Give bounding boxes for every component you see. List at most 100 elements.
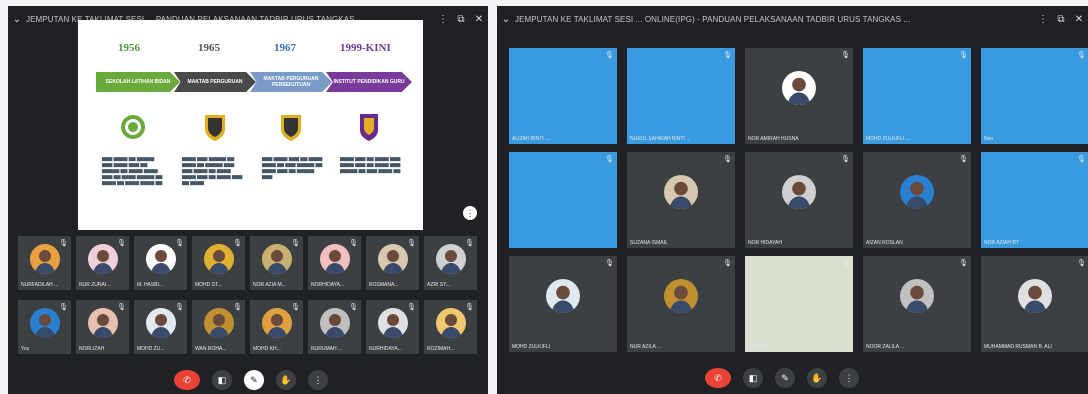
year-label: 1956: [118, 42, 140, 54]
participant-name: NORHIDAYA...: [311, 282, 345, 288]
participant-tile[interactable]: 🎙 MOHD KH...: [250, 300, 303, 354]
avatar: [664, 279, 698, 314]
mic-muted-icon: 🎙: [349, 304, 358, 311]
more-icon[interactable]: ⋮: [434, 14, 452, 25]
participant-tile[interactable]: 🎙 NURHIDAYA...: [366, 300, 419, 354]
avatar: [435, 243, 466, 274]
participant-name: NOOR ZALILA ...: [866, 344, 905, 350]
stage-arrow: INSTITUT PENDIDIKAN GURU: [326, 72, 412, 92]
participant-name: Neo: [984, 136, 994, 142]
slide-options-icon[interactable]: ⋮: [463, 206, 477, 220]
more-options-button[interactable]: ⋮: [308, 370, 328, 390]
avatar: [1018, 279, 1052, 314]
participant-tile[interactable]: 🎙 NOR AZIA M...: [250, 236, 303, 290]
year-label: 1965: [198, 42, 220, 54]
mic-muted-icon: 🎙: [291, 240, 300, 247]
participant-tile[interactable]: 🎙 NURUMAH ...: [308, 300, 361, 354]
mic-muted-icon: 🎙: [117, 304, 126, 311]
participant-name: ALIZAH BINTI ...: [512, 136, 550, 142]
participant-tile[interactable]: 🎙 MUHAMMAD RUSMAN B. ALI: [981, 256, 1088, 352]
call-controls: ✆ ◧ ✎ ✋ ⋮: [705, 368, 871, 388]
video-feed: [745, 256, 853, 352]
participant-name: ROSMANA...: [369, 282, 399, 288]
avatar: [203, 243, 234, 274]
mic-muted-icon: 🎙: [959, 156, 968, 163]
mic-button[interactable]: ✎: [244, 370, 264, 390]
participant-tile[interactable]: 🎙 ZAKARIA ...: [745, 256, 853, 352]
mic-muted-icon: 🎙: [1077, 156, 1086, 163]
participant-tile[interactable]: 🎙 NUR ZURAI...: [76, 236, 129, 290]
more-options-button[interactable]: ⋮: [839, 368, 859, 388]
participant-tile[interactable]: 🎙 ROZIMAH...: [424, 300, 477, 354]
camera-button[interactable]: ◧: [743, 368, 763, 388]
chevron-down-icon[interactable]: ⌄: [8, 14, 26, 25]
participant-tile[interactable]: 🎙 AZRI SY...: [424, 236, 477, 290]
crest-logo: [205, 115, 225, 141]
participant-tile[interactable]: 🎙 ALIZAH BINTI ...: [509, 48, 617, 144]
avatar: [664, 175, 698, 210]
participant-tile[interactable]: 🎙 NURFADILAH ...: [18, 236, 71, 290]
mic-muted-icon: 🎙: [959, 52, 968, 59]
participant-tile[interactable]: 🎙 SUZANA ISMAIL: [627, 152, 735, 248]
participant-tile[interactable]: 🎙 WAN ROHA...: [192, 300, 245, 354]
mic-muted-icon: 🎙: [465, 240, 474, 247]
participant-tile[interactable]: 🎙 You: [18, 300, 71, 354]
participant-name: NURHIDAYA...: [369, 346, 402, 352]
raise-hand-button[interactable]: ✋: [276, 370, 296, 390]
avatar: [782, 175, 816, 210]
avatar: [319, 243, 350, 274]
participant-tile[interactable]: 🎙 MOHD ST...: [192, 236, 245, 290]
stage-arrow: MAKTAB PERGURUAN PERSEKUTUAN: [250, 72, 332, 92]
participant-tile[interactable]: 🎙 NORLIZAH: [76, 300, 129, 354]
chevron-down-icon[interactable]: ⌄: [497, 14, 515, 25]
participant-tile[interactable]: 🎙 AIZAN ROSLAN: [863, 152, 971, 248]
presentation-slide: 1956 1965 1967 1999-KINI SEKOLAH LATIHAN…: [78, 20, 423, 230]
avatar: [203, 307, 234, 338]
mic-muted-icon: 🎙: [605, 156, 614, 163]
participant-tile[interactable]: 🎙 M. HASBI...: [134, 236, 187, 290]
participant-tile[interactable]: 🎙: [509, 152, 617, 248]
avatar: [435, 307, 466, 338]
participant-tile[interactable]: 🎙 NOR AMIRAH HUSNA: [745, 48, 853, 144]
end-call-button[interactable]: ✆: [174, 370, 200, 390]
participant-tile[interactable]: 🎙 NOR HIDAYAH: [745, 152, 853, 248]
participant-tile[interactable]: 🎙 NORHIDAYA...: [308, 236, 361, 290]
pip-icon[interactable]: ⧉: [452, 14, 470, 25]
mic-muted-icon: 🎙: [605, 260, 614, 267]
avatar: [87, 307, 118, 338]
participant-name: NURUMAH ...: [311, 346, 343, 352]
video-feed: [509, 152, 617, 248]
participant-tile[interactable]: 🎙 NUR AZILA ...: [627, 256, 735, 352]
participant-tile[interactable]: 🎙 MOHD ZULKIFLI ...: [863, 48, 971, 144]
participant-tile[interactable]: 🎙 NOR AZIAH BT: [981, 152, 1088, 248]
avatar: [546, 279, 580, 314]
camera-button[interactable]: ◧: [212, 370, 232, 390]
end-call-button[interactable]: ✆: [705, 368, 731, 388]
slide-body-text: ▆▆▆ ▆▆▆▆ ▆▆ ▆▆▆▆▆ ▆▆▆ ▆▆▆▆ ▆▆▆ ▆▆ ▆▆▆▆▆ …: [102, 156, 163, 185]
more-icon[interactable]: ⋮: [1034, 14, 1052, 25]
close-icon[interactable]: ✕: [1070, 14, 1088, 25]
participant-name: NOR AZIAH BT: [984, 240, 1019, 246]
avatar: [377, 243, 408, 274]
participant-tile[interactable]: 🎙 MOHD ZU...: [134, 300, 187, 354]
participant-tile[interactable]: 🎙 NURUL SAHIRAH BINTI ...: [627, 48, 735, 144]
participant-tile[interactable]: 🎙 NOOR ZALILA ...: [863, 256, 971, 352]
raise-hand-button[interactable]: ✋: [807, 368, 827, 388]
participant-name: NOR AZIA M...: [253, 282, 286, 288]
close-icon[interactable]: ✕: [470, 14, 488, 25]
participant-name: WAN ROHA...: [195, 346, 227, 352]
year-label: 1967: [274, 42, 296, 54]
avatar: [319, 307, 350, 338]
mic-muted-icon: 🎙: [1077, 52, 1086, 59]
participant-name: MOHD ZU...: [137, 346, 165, 352]
participant-name: SUZANA ISMAIL: [630, 240, 668, 246]
mic-muted-icon: 🎙: [349, 240, 358, 247]
participant-tile[interactable]: 🎙 Neo: [981, 48, 1088, 144]
pip-icon[interactable]: ⧉: [1052, 14, 1070, 25]
participant-tile[interactable]: 🎙 ROSMANA...: [366, 236, 419, 290]
participant-tile[interactable]: 🎙 MOHD ZULKIFLI: [509, 256, 617, 352]
video-feed: [509, 48, 617, 144]
mic-muted-icon: 🎙: [841, 156, 850, 163]
mic-button[interactable]: ✎: [775, 368, 795, 388]
mic-muted-icon: 🎙: [723, 260, 732, 267]
